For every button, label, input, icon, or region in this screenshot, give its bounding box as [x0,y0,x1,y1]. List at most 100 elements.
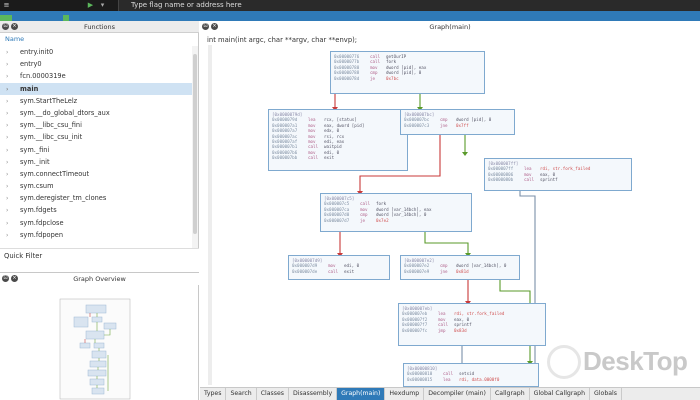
code-block-fork-failed[interactable]: [0x000007ff] 0x000007ff lea rdi, str.fork_f… [484,158,632,191]
quick-filter[interactable]: Quick Filter [0,248,199,262]
function-item[interactable]: › fcn.0000319e [0,70,192,82]
column-header-name[interactable]: Name [0,33,199,45]
asm-mnemonic: jne [440,122,448,128]
asm-address: 0x000007fc [402,327,428,333]
asm-line[interactable]: 0x000007de call exit [292,269,386,274]
function-item[interactable]: › sym.connectTimeout [0,168,192,180]
scroll-thumb[interactable] [193,54,197,234]
asm-line[interactable]: 0x000007c3 jne 0x7ff [404,123,511,128]
navigation-bar[interactable] [0,11,700,21]
function-item[interactable]: › sym._fini [0,144,192,156]
asm-operands: 0x7ff [456,122,469,128]
chevron-right-icon[interactable]: › [6,71,20,83]
function-item[interactable]: › sym.__libc_csu_fini [0,119,192,131]
function-label: sym.fdpclose [20,218,64,227]
graph-panel[interactable]: ⊡ × Graph(main) int main(int argc, char … [200,21,700,387]
chevron-right-icon[interactable]: › [6,84,20,96]
function-item[interactable]: › sym.fdgets [0,204,192,216]
functions-title: Functions [83,23,116,31]
function-label: main [20,84,39,93]
asm-line[interactable]: 0x000007bb call exit [272,155,404,160]
functions-list: › entry.init0 › entry0 › fcn.0000319e › main › sy… [0,46,192,241]
function-item[interactable]: › sym.__do_global_dtors_aux [0,107,192,119]
asm-operands: 0x7bc [386,75,399,81]
asm-line[interactable]: 0x00000815 lea rdi, data.0000f0 [407,377,535,382]
overview-viewport[interactable] [59,298,131,400]
play-icon[interactable]: ▶ [86,1,95,10]
tab-types[interactable]: Types [200,388,227,400]
function-label: sym.connectTimeout [20,169,90,178]
function-label: sym.fdgets [20,206,57,215]
tab-classes[interactable]: Classes [257,388,290,400]
function-item[interactable]: › sym.fdpopen [0,229,192,241]
function-item[interactable]: › sym.csum [0,180,192,192]
code-block-check-pid[interactable]: [0x000007bc] 0x000007bc cmp dword [pid], 00… [400,109,515,135]
overview-header: ⊡ × Graph Overview [0,273,199,285]
asm-mnemonic: call [328,268,339,274]
function-label: sym.csum [20,182,54,191]
code-block-entry[interactable]: 0x00000776 call getOurIP 0x0000077b call fork… [330,51,485,94]
function-label: sym.__libc_csu_fini [20,121,82,130]
dropdown-icon[interactable]: ▾ [98,1,107,10]
function-label: entry0 [20,60,42,69]
functions-panel: ⊡ × Functions Name › entry.init0 › entry0 › f… [0,21,199,257]
function-item[interactable]: › entry0 [0,58,192,70]
graph-overview-panel: ⊡ × Graph Overview [0,272,199,400]
menu-icon[interactable]: ≡ [2,1,11,10]
asm-address: 0x000007e9 [404,268,430,274]
asm-mnemonic: je [360,217,366,223]
function-label: sym._fini [20,145,50,154]
tab-callgraph[interactable]: Callgraph [491,388,530,400]
chevron-right-icon[interactable]: › [6,145,20,157]
asm-address: 0x000007c3 [404,122,430,128]
asm-operands: exit [344,268,355,274]
code-block-exit[interactable]: [0x000007d9] 0x000007d9 mov edi, 0 0x000007d… [288,255,390,280]
function-label: sym.__do_global_dtors_aux [20,108,110,117]
asm-mnemonic: call [524,177,535,183]
function-item[interactable]: › sym.fdpclose [0,217,192,229]
overview-title: Graph Overview [73,275,126,283]
function-item[interactable]: › main [0,82,192,96]
asm-address: 0x000007d7 [324,217,350,223]
chevron-right-icon[interactable]: › [6,205,20,217]
asm-operands: 0x7e2 [376,217,389,223]
chevron-right-icon[interactable]: › [6,132,20,144]
asm-line[interactable]: 0x000007fc jmp 0x83d [402,328,542,333]
chevron-right-icon[interactable]: › [6,230,20,242]
edge-true [424,231,469,255]
asm-address: 0x000007bb [272,155,298,161]
close-icon[interactable]: × [11,23,18,30]
top-toolbar: ≡ ▶ ▾ Type flag name or address here [0,0,700,11]
tab-decompiler-main[interactable]: Decompiler (main) [424,388,491,400]
float-icon[interactable]: ⊡ [2,275,9,282]
chevron-right-icon[interactable]: › [6,218,20,230]
code-block-setsid[interactable]: [0x00000810] 0x00000810 call setsid 0x000008… [403,363,539,387]
function-item[interactable]: › sym.deregister_tm_clones [0,192,192,204]
function-label: fcn.0000319e [20,72,66,81]
tab-graph-main[interactable]: Graph(main) [337,388,386,400]
function-item[interactable]: › sym._init [0,156,192,168]
tab-disassembly[interactable]: Disassembly [289,388,338,400]
code-block-fork-failed-2[interactable]: [0x000007eb] 0x000007eb lea rdi, str.fork_f… [398,303,546,346]
function-item[interactable]: › sym.StartTheLelz [0,95,192,107]
asm-line[interactable]: 0x0000080b call sprintf [488,177,628,182]
asm-line[interactable]: 0x000007e9 jne 0x81d [404,269,516,274]
asm-line[interactable]: 0x000007d7 je 0x7e2 [324,218,468,223]
functions-scrollbar[interactable] [192,46,198,251]
tab-search[interactable]: Search [226,388,257,400]
function-label: sym.StartTheLelz [20,96,78,105]
overview-minimap[interactable] [0,285,199,400]
float-icon[interactable]: ⊡ [2,23,9,30]
function-item[interactable]: › sym.__libc_csu_init [0,131,192,143]
tab-globals[interactable]: Globals [590,388,622,400]
code-block-check-child[interactable]: [0x000007e2] 0x000007e2 cmp dword [var_14bc… [400,255,520,280]
tab-global-callgraph[interactable]: Global Callgraph [530,388,591,400]
code-block-fork[interactable]: [0x000007c5] 0x000007c5 call fork 0x000007ca… [320,193,472,232]
address-input[interactable]: Type flag name or address here [118,0,700,11]
close-icon[interactable]: × [11,275,18,282]
asm-line[interactable]: 0x0000078d je 0x7bc [334,76,481,81]
code-block-waitpid[interactable]: [0x0000079d] 0x0000079d lea rcx, [status] 0x… [268,109,408,171]
function-item[interactable]: › entry.init0 [0,46,192,58]
tab-hexdump[interactable]: Hexdump [385,388,425,400]
asm-operands: 0x81d [456,268,469,274]
